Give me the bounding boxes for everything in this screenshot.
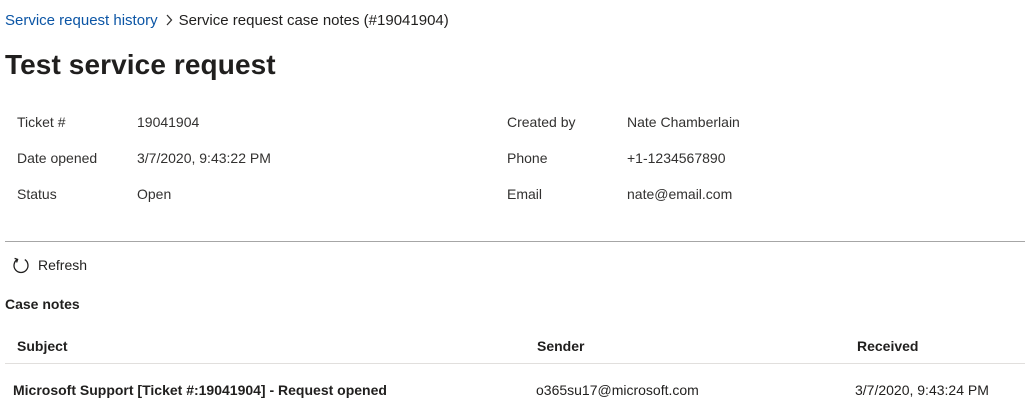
status-label: Status — [17, 186, 57, 202]
refresh-label: Refresh — [38, 257, 88, 273]
section-divider — [5, 241, 1025, 242]
row-received: 3/7/2020, 9:43:24 PM — [855, 382, 989, 398]
column-header-subject[interactable]: Subject — [17, 338, 68, 354]
row-sender: o365su17@microsoft.com — [536, 382, 699, 398]
chevron-right-icon — [165, 14, 173, 26]
ticket-label: Ticket # — [17, 114, 66, 130]
created-by-value: Nate Chamberlain — [627, 114, 740, 130]
status-value: Open — [137, 186, 172, 202]
ticket-value: 19041904 — [137, 114, 200, 130]
refresh-icon — [12, 256, 30, 274]
page-title: Test service request — [5, 49, 276, 80]
column-header-received[interactable]: Received — [857, 338, 918, 354]
phone-label: Phone — [507, 150, 548, 166]
date-opened-value: 3/7/2020, 9:43:22 PM — [137, 150, 271, 166]
refresh-button[interactable]: Refresh — [12, 254, 87, 276]
phone-value: +1-1234567890 — [627, 150, 726, 166]
breadcrumb: Service request history Service request … — [5, 9, 449, 31]
breadcrumb-link-service-request-history[interactable]: Service request history — [5, 12, 158, 29]
created-by-label: Created by — [507, 114, 576, 130]
date-opened-label: Date opened — [17, 150, 98, 166]
table-row[interactable]: Microsoft Support [Ticket #:19041904] - … — [5, 370, 1025, 410]
row-subject[interactable]: Microsoft Support [Ticket #:19041904] - … — [13, 382, 387, 398]
email-value: nate@email.com — [627, 186, 733, 202]
email-label: Email — [507, 186, 543, 202]
case-notes-heading: Case notes — [5, 296, 80, 312]
column-header-sender[interactable]: Sender — [537, 338, 584, 354]
table-header-divider — [5, 363, 1025, 364]
breadcrumb-current: Service request case notes (#19041904) — [178, 11, 449, 29]
